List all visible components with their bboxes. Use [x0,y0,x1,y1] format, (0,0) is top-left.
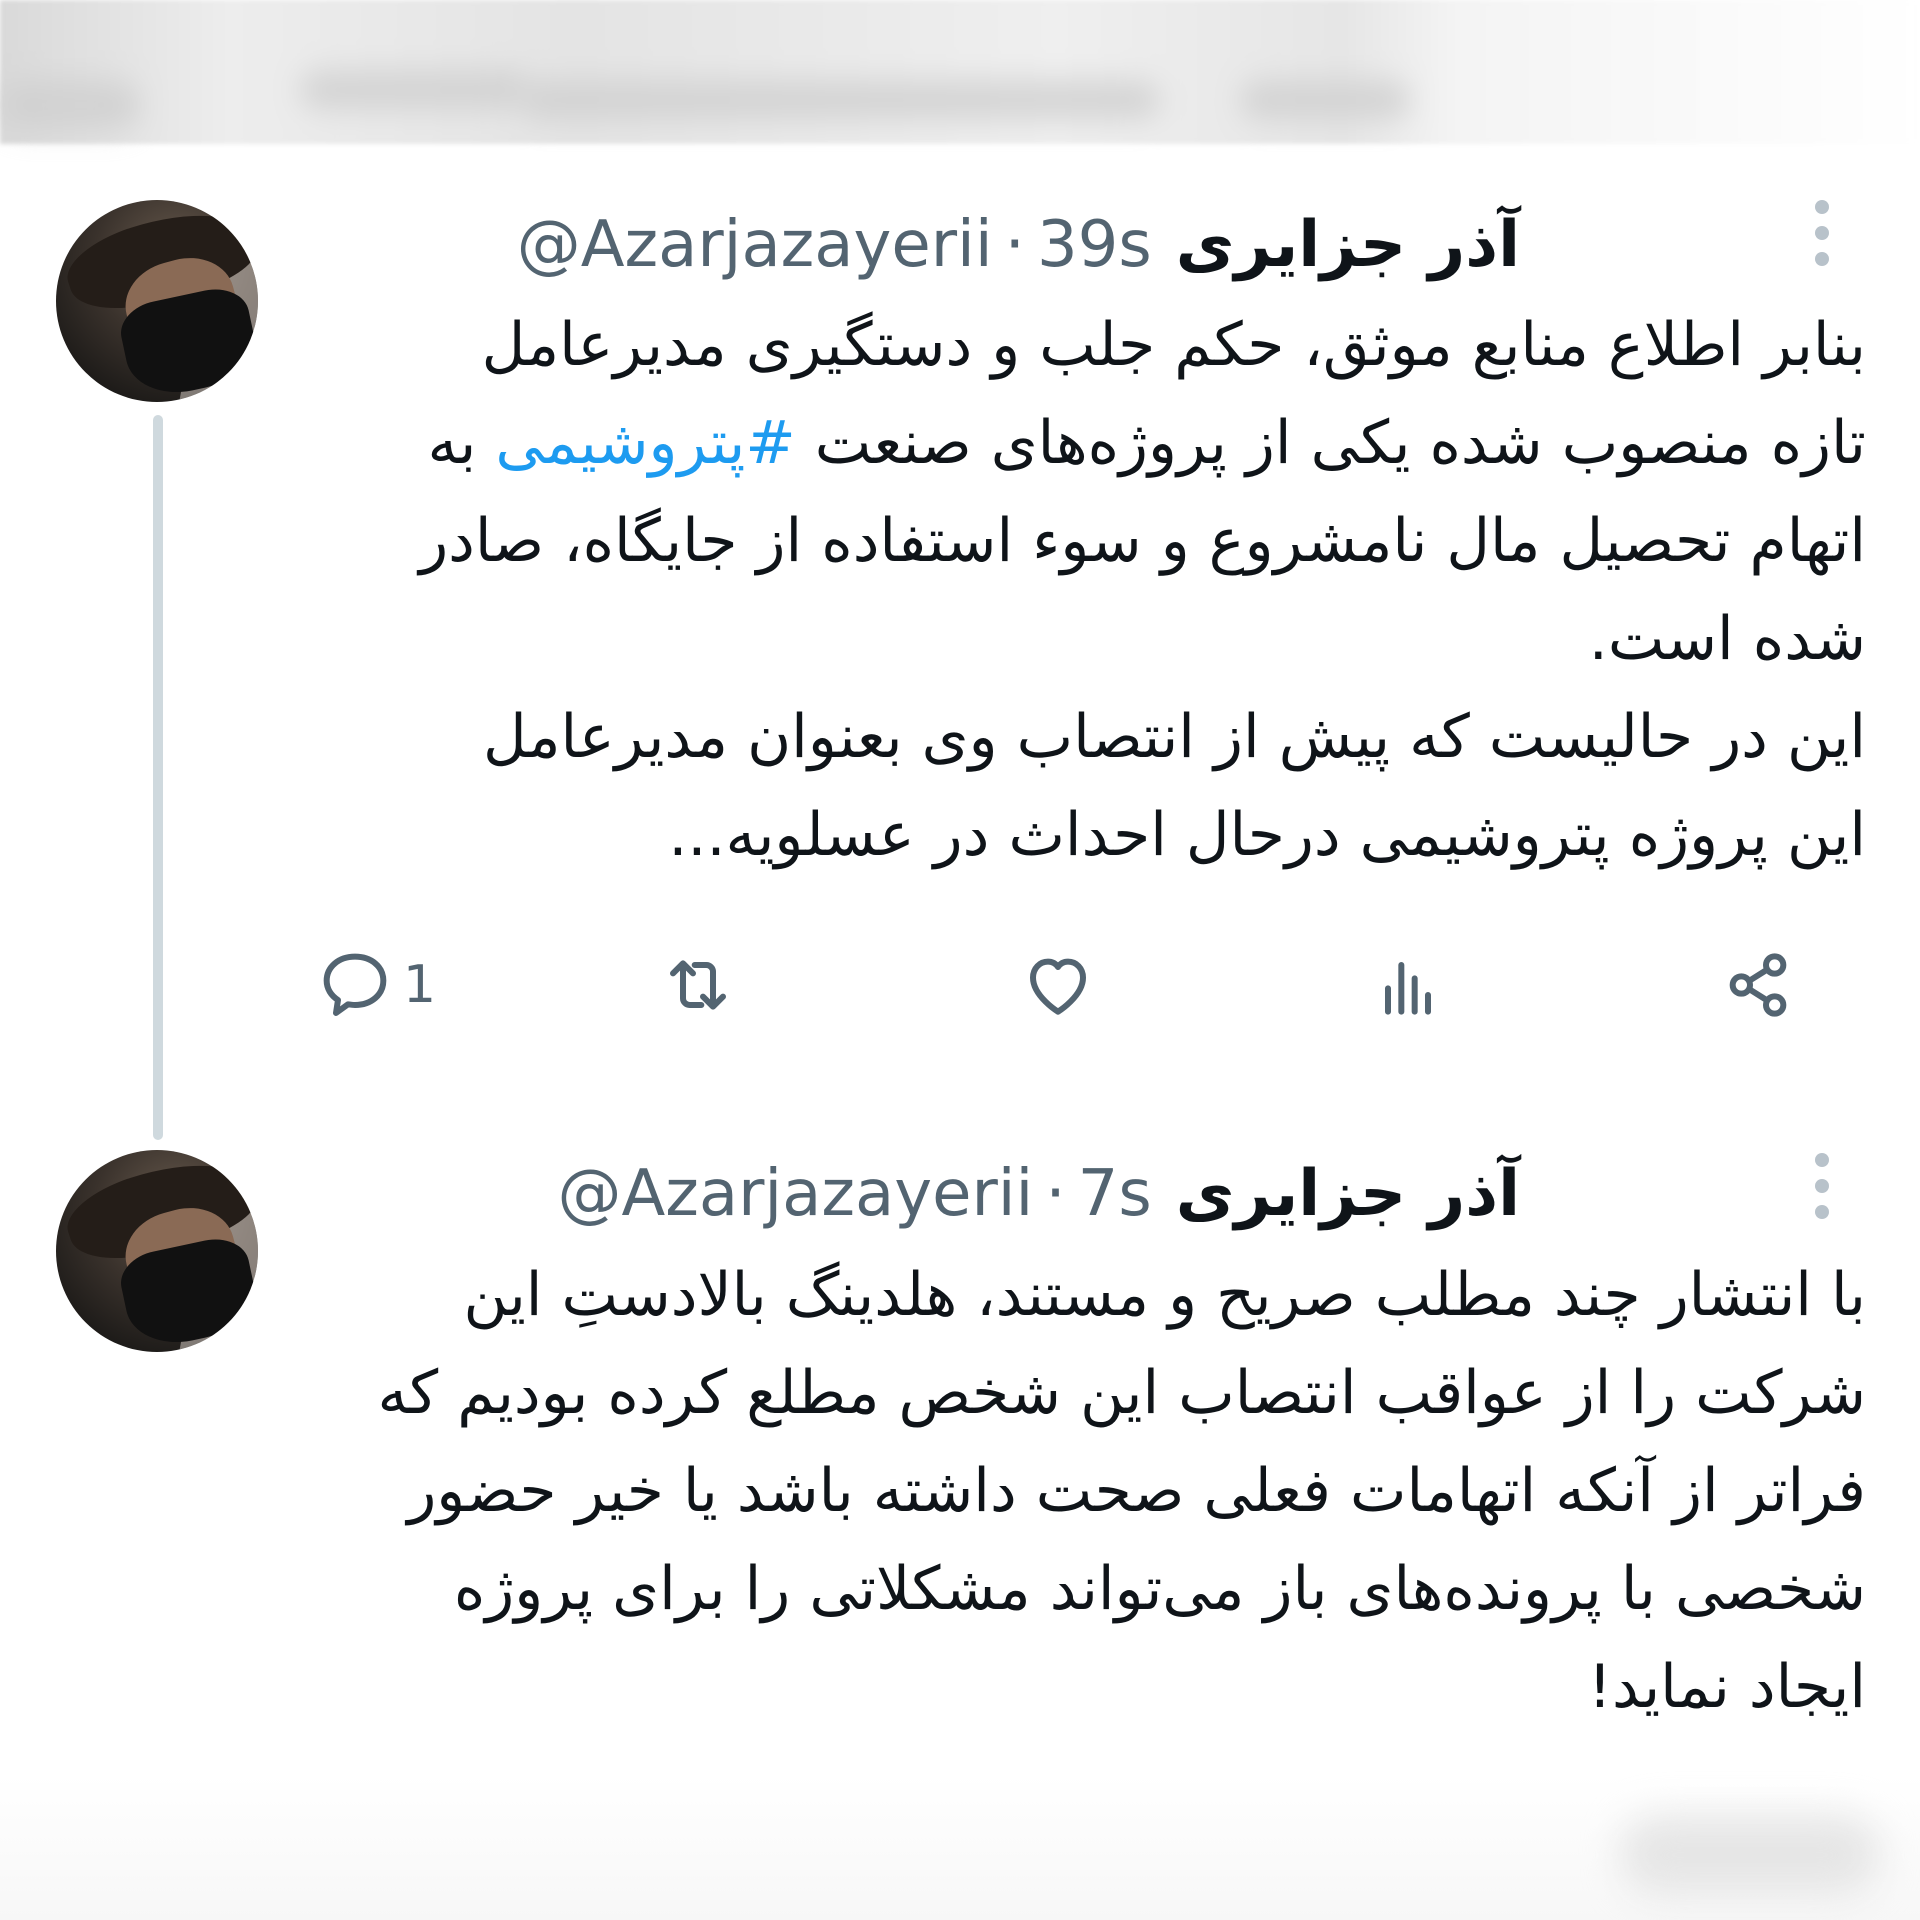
author-display-name[interactable]: آذر جزایری [1176,205,1520,285]
more-options-icon[interactable] [1810,200,1834,266]
tweet-header: @Azarjazayerii · 39s آذر جزایری [517,205,1520,285]
hashtag-link[interactable]: #پتروشیمی [495,408,795,478]
share-icon [1729,953,1787,1017]
tweet-header: @Azarjazayerii · 7s آذر جزایری [557,1154,1520,1234]
speech-bubble-icon [323,953,387,1016]
author-display-name[interactable]: آذر جزایری [1176,1154,1520,1234]
more-options-icon[interactable] [1810,1153,1834,1219]
heart-icon [1030,958,1086,1015]
reply-button[interactable]: 1 [315,935,436,1035]
tweet-text: بنابر اطلاع منابع موثق، حکم جلب و دستگیر… [300,296,1866,884]
blurred-bottom-area [0,1775,1920,1920]
avatar[interactable] [56,200,258,402]
thread-connector-line [153,415,163,1140]
avatar[interactable] [56,1150,258,1352]
blurred-top-bar [0,0,1920,144]
tweet-timestamp[interactable]: 7s [1078,1154,1152,1234]
tweet-text: با انتشار چند مطلب صریح و مستند، هلدینگ … [377,1260,1866,1722]
retweet-button[interactable] [658,935,738,1035]
separator-dot: · [1045,1157,1066,1231]
reply-count: 1 [403,955,437,1015]
retweet-icon [670,960,726,1010]
bar-chart-icon [1385,962,1431,1015]
like-button[interactable] [1018,935,1098,1035]
share-button[interactable] [1718,935,1798,1035]
separator-dot: · [1004,208,1025,282]
tweet-action-bar: 1 [300,935,1830,1035]
tweet-timestamp[interactable]: 39s [1037,205,1152,285]
views-button[interactable] [1368,935,1448,1035]
author-handle[interactable]: @Azarjazayerii [557,1154,1033,1234]
author-handle[interactable]: @Azarjazayerii [517,205,993,285]
